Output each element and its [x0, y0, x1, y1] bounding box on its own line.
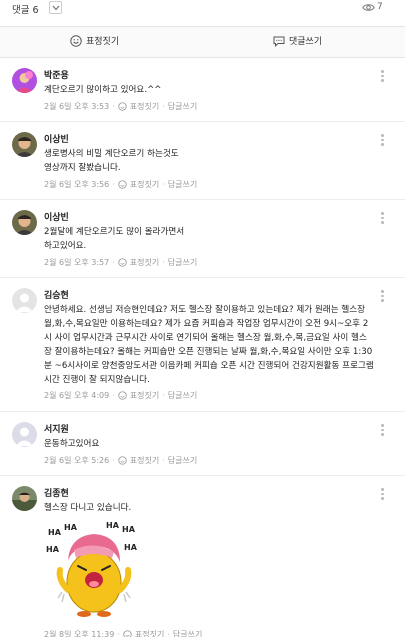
- avatar[interactable]: [12, 210, 37, 235]
- reply-link[interactable]: 답글쓰기: [168, 390, 197, 401]
- more-options-icon[interactable]: [381, 70, 385, 84]
- smile-icon: [118, 102, 127, 111]
- comment-meta: 2월 6일 오후 3:57 · 표정짓기 · 답글쓰기: [44, 257, 198, 268]
- smile-icon: [123, 630, 132, 637]
- avatar[interactable]: [12, 288, 37, 313]
- write-comment-button[interactable]: 댓글쓰기: [273, 34, 322, 47]
- eye-icon: [362, 4, 375, 11]
- comment-item: 김종현 헬스장 다니고 있습니다. HA HA HA HA HA HA 2월 8…: [0, 476, 405, 637]
- react-link[interactable]: 표정짓기: [130, 101, 159, 112]
- avatar[interactable]: [12, 422, 37, 447]
- more-options-icon[interactable]: [381, 290, 385, 304]
- comment-author[interactable]: 이상빈: [44, 210, 69, 223]
- comment-author[interactable]: 박준용: [44, 68, 69, 81]
- react-link[interactable]: 표정짓기: [135, 629, 164, 637]
- react-link[interactable]: 표정짓기: [130, 390, 159, 401]
- react-link[interactable]: 표정짓기: [130, 179, 159, 190]
- avatar[interactable]: [12, 132, 37, 157]
- comment-author[interactable]: 이상빈: [44, 132, 69, 145]
- comment-meta: 2월 6일 오후 5:26 · 표정짓기 · 답글쓰기: [44, 455, 198, 466]
- more-options-icon[interactable]: [381, 212, 385, 226]
- comment-item: 이상빈 생로병사의 비밀 계단오르기 하는것도 영상까지 잘봤습니다. 2월 6…: [0, 122, 405, 200]
- comment-action-bar: 표정짓기 댓글쓰기: [0, 26, 405, 58]
- reply-link[interactable]: 답글쓰기: [168, 455, 197, 466]
- sticker-ha-text: HA: [122, 525, 136, 534]
- comment-text: 운동하고있어요: [44, 439, 100, 449]
- comment-meta: 2월 6일 오후 3:53 · 표정짓기 · 답글쓰기: [44, 101, 198, 112]
- comment-meta: 2월 6일 오후 3:56 · 표정짓기 · 답글쓰기: [44, 179, 198, 190]
- react-link[interactable]: 표정짓기: [130, 257, 159, 268]
- comment-count-label: 댓글 6: [12, 5, 39, 16]
- more-options-icon[interactable]: [381, 488, 385, 502]
- smile-icon: [118, 180, 127, 189]
- view-count: 7: [377, 2, 383, 12]
- comment-text: 계단오르기 많이하고 있어요.^^: [44, 85, 162, 95]
- comment-time: 2월 6일 오후 3:53: [44, 102, 110, 111]
- comment-time: 2월 6일 오후 5:26: [44, 456, 110, 465]
- avatar[interactable]: [12, 486, 37, 511]
- comment-text: 2월달에 계단오르기도 많이 올라가면서 하고있어요.: [44, 227, 185, 251]
- comment-time: 2월 8일 오후 11:39: [44, 630, 115, 637]
- laughing-character-sticker: HA HA HA HA HA HA: [46, 521, 138, 617]
- speech-bubble-icon: [273, 36, 285, 47]
- comment-meta: 2월 8일 오후 11:39 · 표정짓기 · 답글쓰기: [44, 629, 202, 637]
- sticker-ha-text: HA: [64, 523, 78, 532]
- react-button[interactable]: 표정짓기: [70, 34, 119, 47]
- sticker-ha-text: HA: [46, 545, 60, 554]
- write-comment-label: 댓글쓰기: [289, 37, 323, 47]
- comment-author[interactable]: 김종현: [44, 486, 69, 499]
- comment-item: 박준용 계단오르기 많이하고 있어요.^^ 2월 6일 오후 3:53 · 표정…: [0, 58, 405, 122]
- chevron-down-icon: [52, 5, 60, 11]
- smile-icon: [118, 456, 127, 465]
- comment-author[interactable]: 서지원: [44, 422, 69, 435]
- collapse-toggle[interactable]: [49, 1, 62, 14]
- smile-icon: [70, 34, 82, 47]
- reply-link[interactable]: 답글쓰기: [168, 179, 197, 190]
- comments-header: 댓글 6 7: [0, 0, 405, 18]
- comment-item: 김승현 안녕하세요. 선생님 저승현인데요? 저도 헬스장 잘이용하고 있는데요…: [0, 278, 405, 412]
- more-options-icon[interactable]: [381, 424, 385, 438]
- reply-link[interactable]: 답글쓰기: [168, 257, 197, 268]
- avatar[interactable]: [12, 68, 37, 93]
- comment-author[interactable]: 김승현: [44, 288, 69, 301]
- comment-time: 2월 6일 오후 3:56: [44, 180, 110, 189]
- sticker-ha-text: HA: [124, 543, 138, 552]
- comment-time: 2월 6일 오후 3:57: [44, 258, 110, 267]
- sticker-ha-text: HA: [48, 528, 62, 537]
- reply-link[interactable]: 답글쓰기: [168, 101, 197, 112]
- more-options-icon[interactable]: [381, 134, 385, 148]
- comment-text: 안녕하세요. 선생님 저승현인데요? 저도 헬스장 잘이용하고 있는데요? 제가…: [44, 305, 374, 385]
- comment-text: 헬스장 다니고 있습니다.: [44, 503, 132, 513]
- smile-icon: [118, 258, 127, 267]
- react-button-label: 표정짓기: [86, 37, 120, 47]
- smile-icon: [118, 391, 127, 400]
- comment-time: 2월 6일 오후 4:09: [44, 391, 110, 400]
- comment-meta: 2월 6일 오후 4:09 · 표정짓기 · 답글쓰기: [44, 390, 198, 401]
- comment-text: 생로병사의 비밀 계단오르기 하는것도 영상까지 잘봤습니다.: [44, 149, 179, 173]
- react-link[interactable]: 표정짓기: [130, 455, 159, 466]
- sticker-ha-text: HA: [106, 521, 120, 530]
- comment-item: 서지원 운동하고있어요 2월 6일 오후 5:26 · 표정짓기 · 답글쓰기: [0, 412, 405, 476]
- reply-link[interactable]: 답글쓰기: [173, 629, 202, 637]
- comment-item: 이상빈 2월달에 계단오르기도 많이 올라가면서 하고있어요. 2월 6일 오후…: [0, 200, 405, 278]
